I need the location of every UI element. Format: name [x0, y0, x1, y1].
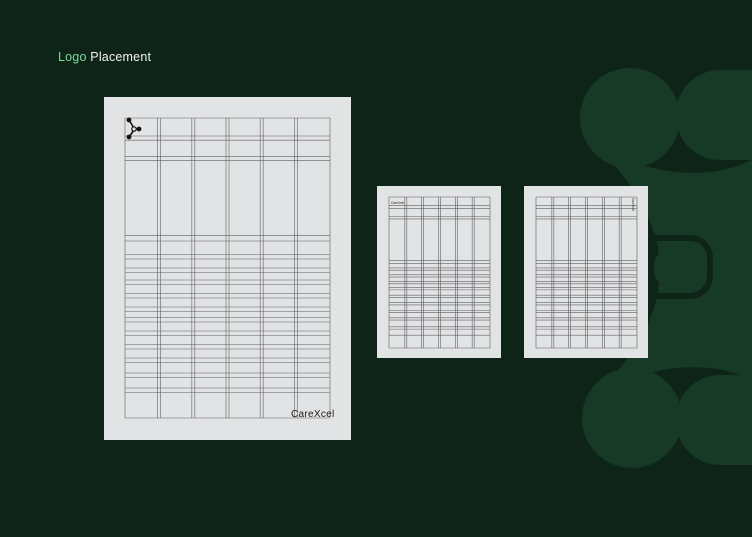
- page-title: Logo Placement: [58, 50, 151, 64]
- title-word-placement: Placement: [86, 50, 152, 64]
- title-word-logo: Logo: [58, 50, 87, 64]
- molecule-logo-icon: [126, 117, 142, 140]
- small-page-mockup-vertical-logo: [524, 186, 648, 358]
- small-page-2-wordmark: CareXcel: [631, 198, 635, 212]
- small-page-mockup-horizontal-logo: [377, 186, 501, 358]
- large-page-grid: [124, 117, 331, 419]
- small-page-grid-1: [388, 196, 491, 349]
- small-page-1-wordmark: CareXcel: [391, 201, 405, 205]
- small-page-grid-2: [535, 196, 638, 349]
- large-page-wordmark: CareXcel: [291, 409, 335, 420]
- large-page-mockup: [104, 97, 351, 440]
